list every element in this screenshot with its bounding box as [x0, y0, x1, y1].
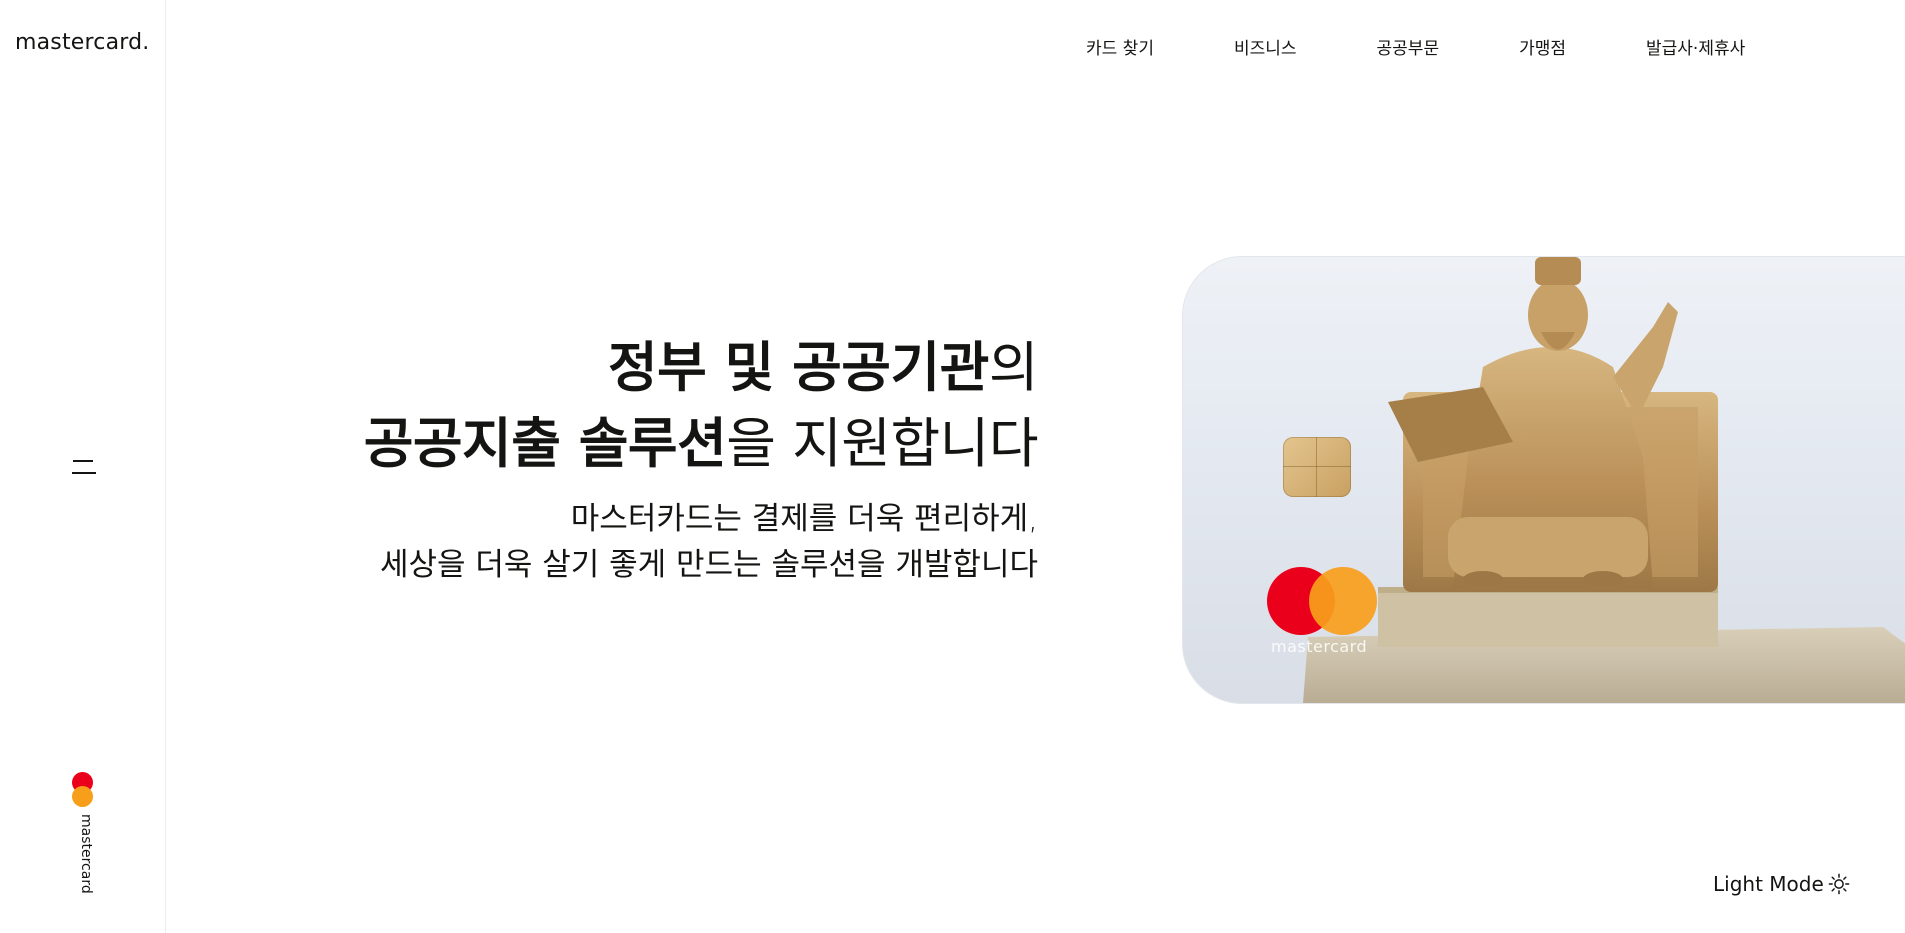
- subtitle-line2: 세상을 더욱 살기 좋게 만드는 솔루션을 개발합니다: [379, 547, 1038, 583]
- nav-item-merchants[interactable]: 가맹점: [1519, 34, 1566, 59]
- light-mode-label: Light Mode: [1713, 872, 1824, 896]
- subtitle-line1: 마스터카드는 결제를 더욱 편리하게,: [570, 501, 1038, 537]
- headline-line1-bold: 정부 및 공공기관: [607, 336, 989, 399]
- hero-subtitle: 마스터카드는 결제를 더욱 편리하게, 세상을 더욱 살기 좋게 만드는 솔루션…: [278, 496, 1038, 588]
- mastercard-circles-logo: [70, 772, 94, 812]
- nav-item-find-card[interactable]: 카드 찾기: [1086, 34, 1154, 59]
- headline-line2-bold: 공공지출 솔루션: [363, 412, 727, 475]
- nav-item-public-sector[interactable]: 공공부문: [1377, 34, 1440, 59]
- sun-icon: [1828, 873, 1850, 895]
- card-chip-icon: [1283, 437, 1351, 497]
- hero-headline: 정부 및 공공기관의 공공지출 솔루션을 지원합니다: [278, 330, 1039, 482]
- card-brand-text: mastercard: [1271, 637, 1368, 656]
- top-navigation: 카드 찾기 비즈니스 공공부문 가맹점 발급사·제휴사: [1086, 34, 1745, 59]
- hamburger-icon-line: [72, 472, 96, 474]
- menu-button[interactable]: [68, 450, 98, 482]
- mastercard-logo[interactable]: mastercard.: [15, 30, 150, 55]
- yellow-circle: [72, 786, 93, 807]
- headline-line2-regular: 을 지원합니다: [726, 412, 1038, 475]
- hero-section: 정부 및 공공기관의 공공지출 솔루션을 지원합니다 마스터카드는 결제를 더욱…: [278, 330, 1039, 588]
- rail-brand-text: mastercard: [78, 814, 94, 894]
- hamburger-icon: [73, 460, 93, 462]
- left-rail: mastercard. mastercard: [0, 0, 166, 933]
- card-yellow-circle: [1309, 567, 1377, 635]
- headline-line1-regular: 의: [988, 336, 1039, 399]
- page: mastercard. mastercard 카드 찾기 비즈니스 공공부문 가…: [0, 0, 1905, 933]
- card-mastercard-logo: [1267, 567, 1379, 637]
- nav-item-issuers-partners[interactable]: 발급사·제휴사: [1646, 34, 1745, 59]
- hero-card-image: mastercard: [1182, 256, 1905, 704]
- nav-item-business[interactable]: 비즈니스: [1234, 34, 1297, 59]
- light-mode-toggle[interactable]: Light Mode: [1713, 872, 1850, 896]
